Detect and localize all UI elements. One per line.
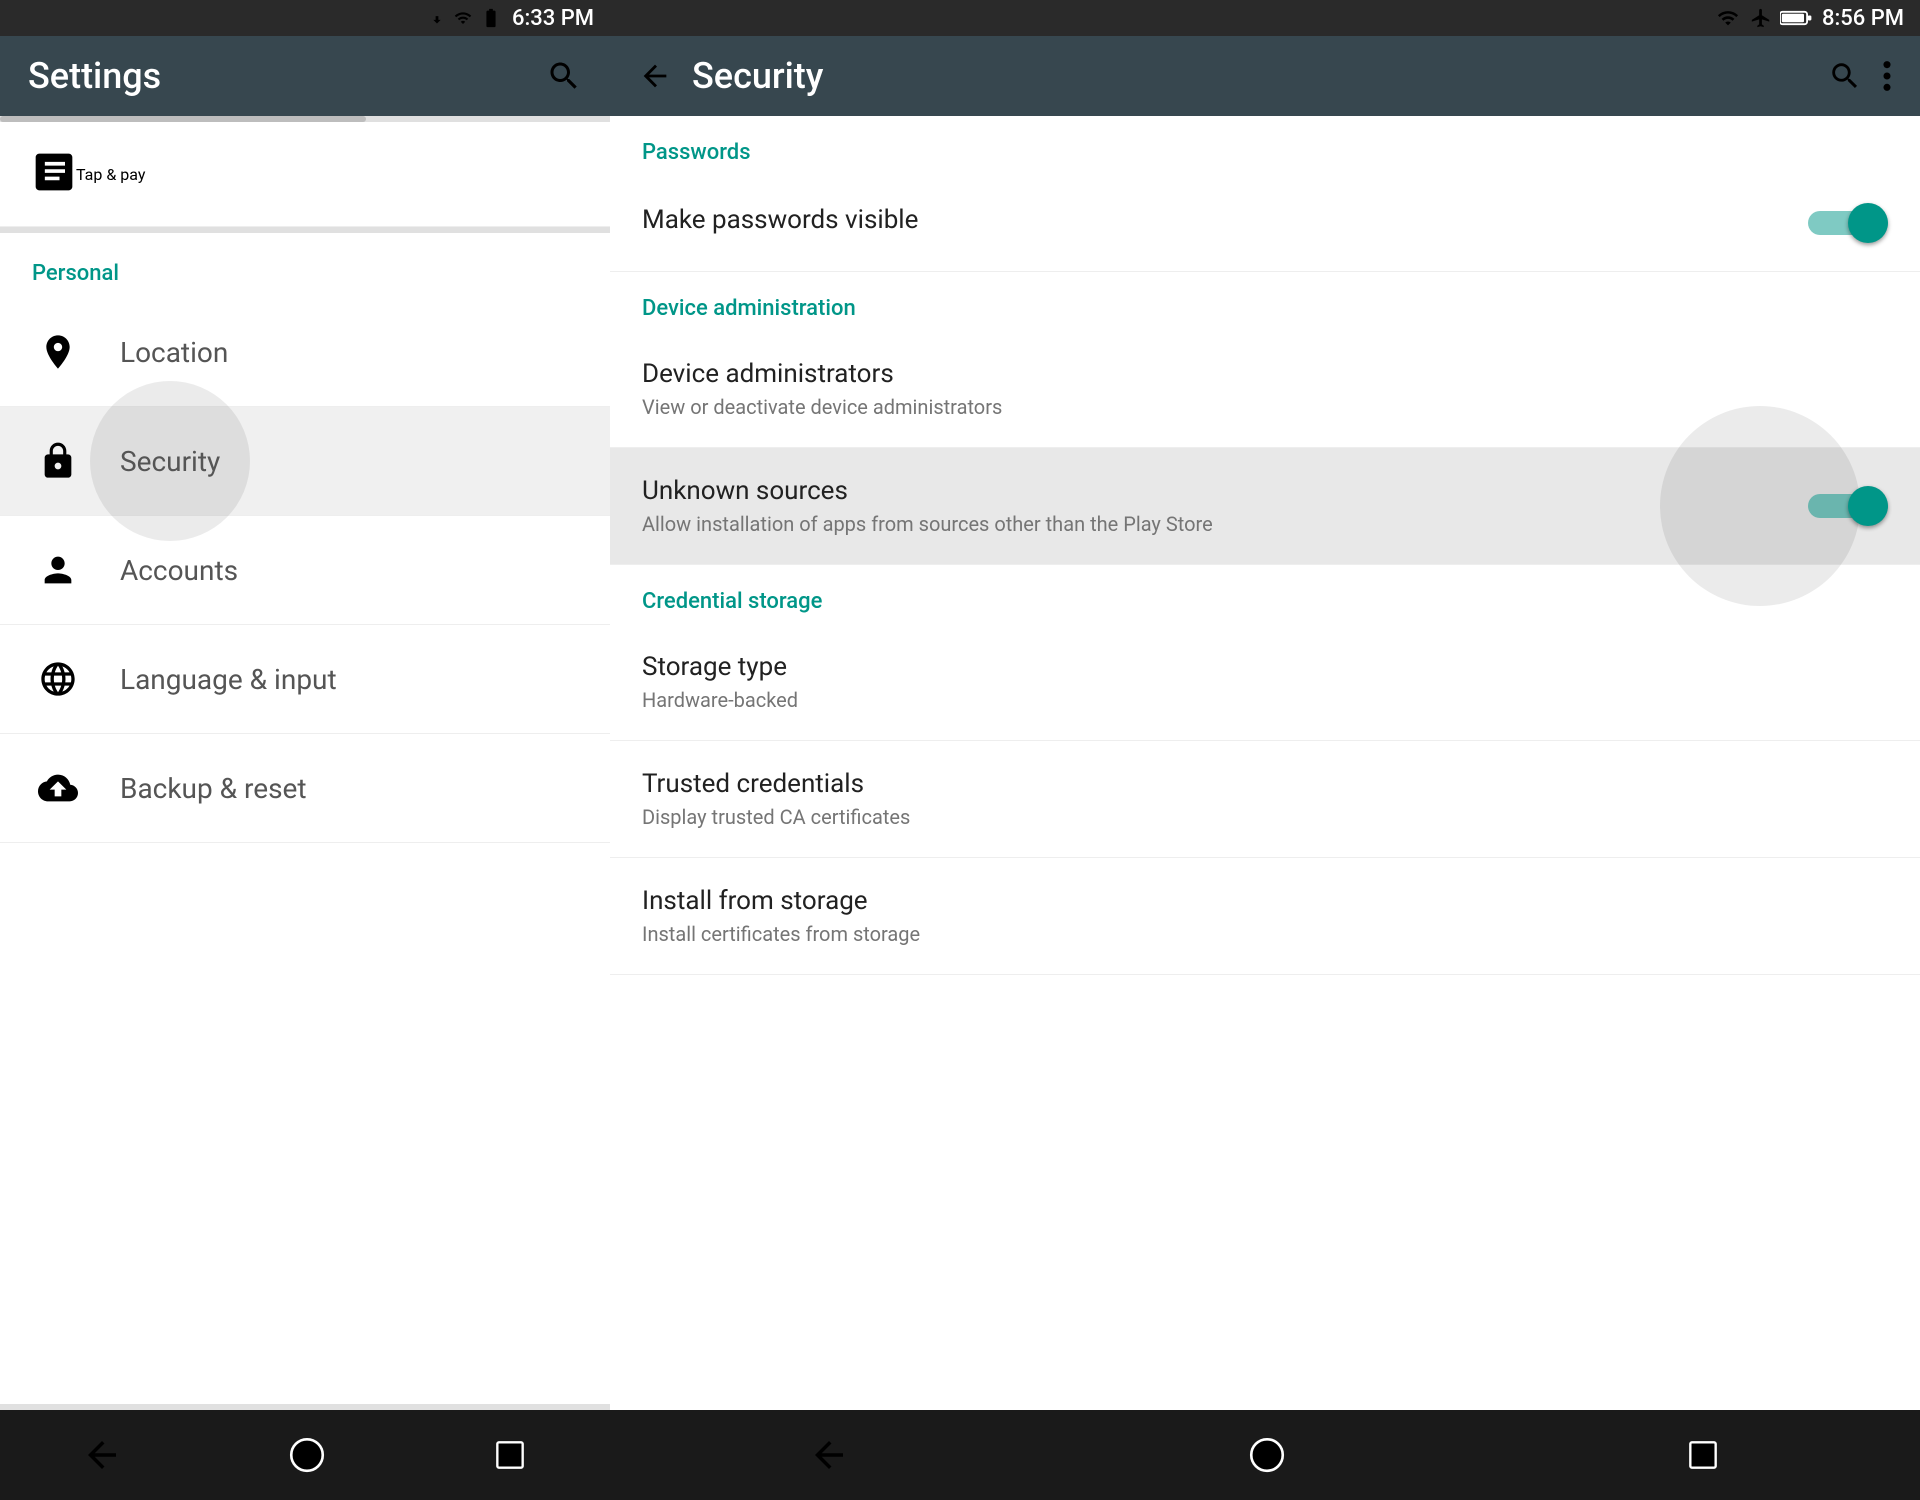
sidebar-item-location[interactable]: Location (0, 298, 610, 407)
right-status-bar: 8:56 PM (610, 0, 1920, 36)
security-page-title: Security (692, 55, 823, 97)
left-status-bar: 6:33 PM (0, 0, 610, 36)
make-passwords-visible-toggle[interactable] (1808, 203, 1888, 243)
personal-section-header: Personal (0, 233, 610, 298)
storage-type-item[interactable]: Storage type Hardware-backed (610, 624, 1920, 741)
accounts-label: Accounts (120, 554, 238, 587)
storage-type-info: Storage type Hardware-backed (642, 652, 1888, 712)
tap-pay-item[interactable]: Tap & pay (0, 122, 610, 227)
backup-label: Backup & reset (120, 772, 307, 805)
left-status-icons (426, 7, 504, 29)
right-battery-icon (1780, 7, 1812, 29)
back-icon[interactable] (638, 59, 672, 93)
language-label: Language & input (120, 663, 337, 696)
device-administrators-subtitle: View or deactivate device administrators (642, 395, 1888, 419)
device-admin-section-label: Device administration (610, 272, 1920, 331)
install-from-storage-info: Install from storage Install certificate… (642, 886, 1888, 946)
right-home-button[interactable] (1246, 1434, 1288, 1476)
language-icon (32, 653, 84, 705)
credential-storage-section-label: Credential storage (610, 565, 1920, 624)
right-nav-bar (610, 1410, 1920, 1500)
right-panel: 8:56 PM Security Passwords Make (610, 0, 1920, 1500)
settings-title: Settings (28, 55, 161, 97)
make-passwords-visible-info: Make passwords visible (642, 205, 1808, 241)
trusted-credentials-info: Trusted credentials Display trusted CA c… (642, 769, 1888, 829)
right-search-icon[interactable] (1828, 59, 1862, 93)
right-header-left: Security (638, 55, 823, 97)
right-header-right (1828, 59, 1892, 93)
unknown-sources-info: Unknown sources Allow installation of ap… (642, 476, 1808, 536)
home-button[interactable] (286, 1434, 328, 1476)
device-administrators-title: Device administrators (642, 359, 1888, 389)
sidebar-item-accounts[interactable]: Accounts (0, 516, 610, 625)
account-icon (32, 544, 84, 596)
right-time: 8:56 PM (1822, 6, 1904, 31)
more-options-icon[interactable] (1882, 59, 1892, 93)
scroll-indicator (0, 116, 610, 122)
tap-pay-label: Tap & pay (76, 165, 145, 184)
sidebar-item-backup[interactable]: Backup & reset (0, 734, 610, 843)
right-header: Security (610, 36, 1920, 116)
trusted-credentials-title: Trusted credentials (642, 769, 1888, 799)
sidebar-item-security[interactable]: Security (0, 407, 610, 516)
storage-type-title: Storage type (642, 652, 1888, 682)
right-status-icons (1714, 7, 1812, 29)
device-administrators-info: Device administrators View or deactivate… (642, 359, 1888, 419)
unknown-sources-subtitle: Allow installation of apps from sources … (642, 512, 1808, 536)
back-button[interactable] (81, 1434, 123, 1476)
trusted-credentials-subtitle: Display trusted CA certificates (642, 805, 1888, 829)
unknown-sources-item[interactable]: Unknown sources Allow installation of ap… (610, 448, 1920, 565)
unknown-sources-toggle-thumb (1848, 486, 1888, 526)
trusted-credentials-item[interactable]: Trusted credentials Display trusted CA c… (610, 741, 1920, 858)
storage-type-subtitle: Hardware-backed (642, 688, 1888, 712)
lock-icon (32, 435, 84, 487)
wifi-icon (1714, 7, 1742, 29)
toggle-thumb (1848, 203, 1888, 243)
install-from-storage-subtitle: Install certificates from storage (642, 922, 1888, 946)
right-back-button[interactable] (808, 1434, 850, 1476)
security-label: Security (120, 445, 220, 478)
install-from-storage-title: Install from storage (642, 886, 1888, 916)
backup-icon (32, 762, 84, 814)
battery-icon (478, 7, 504, 29)
unknown-sources-title: Unknown sources (642, 476, 1808, 506)
right-recents-button[interactable] (1684, 1436, 1722, 1474)
tap-pay-icon (32, 150, 76, 198)
airplane-icon (1750, 7, 1772, 29)
make-passwords-visible-item[interactable]: Make passwords visible (610, 175, 1920, 272)
wifi-down-icon (426, 7, 448, 29)
make-passwords-visible-title: Make passwords visible (642, 205, 1808, 235)
security-content: Passwords Make passwords visible Device … (610, 116, 1920, 1410)
location-icon (32, 326, 84, 378)
search-icon[interactable] (546, 58, 582, 94)
location-label: Location (120, 336, 228, 369)
sidebar-item-language[interactable]: Language & input (0, 625, 610, 734)
install-from-storage-item[interactable]: Install from storage Install certificate… (610, 858, 1920, 975)
left-time: 6:33 PM (512, 6, 594, 31)
recents-button[interactable] (491, 1436, 529, 1474)
left-nav-bar (0, 1410, 610, 1500)
settings-list: Tap & pay Personal Location Securit (0, 122, 610, 1404)
signal-icon (454, 7, 472, 29)
unknown-sources-toggle[interactable] (1808, 486, 1888, 526)
left-panel: 6:33 PM Settings Tap & pay Personal (0, 0, 610, 1500)
device-administrators-item[interactable]: Device administrators View or deactivate… (610, 331, 1920, 448)
passwords-section-label: Passwords (610, 116, 1920, 175)
left-header: Settings (0, 36, 610, 116)
